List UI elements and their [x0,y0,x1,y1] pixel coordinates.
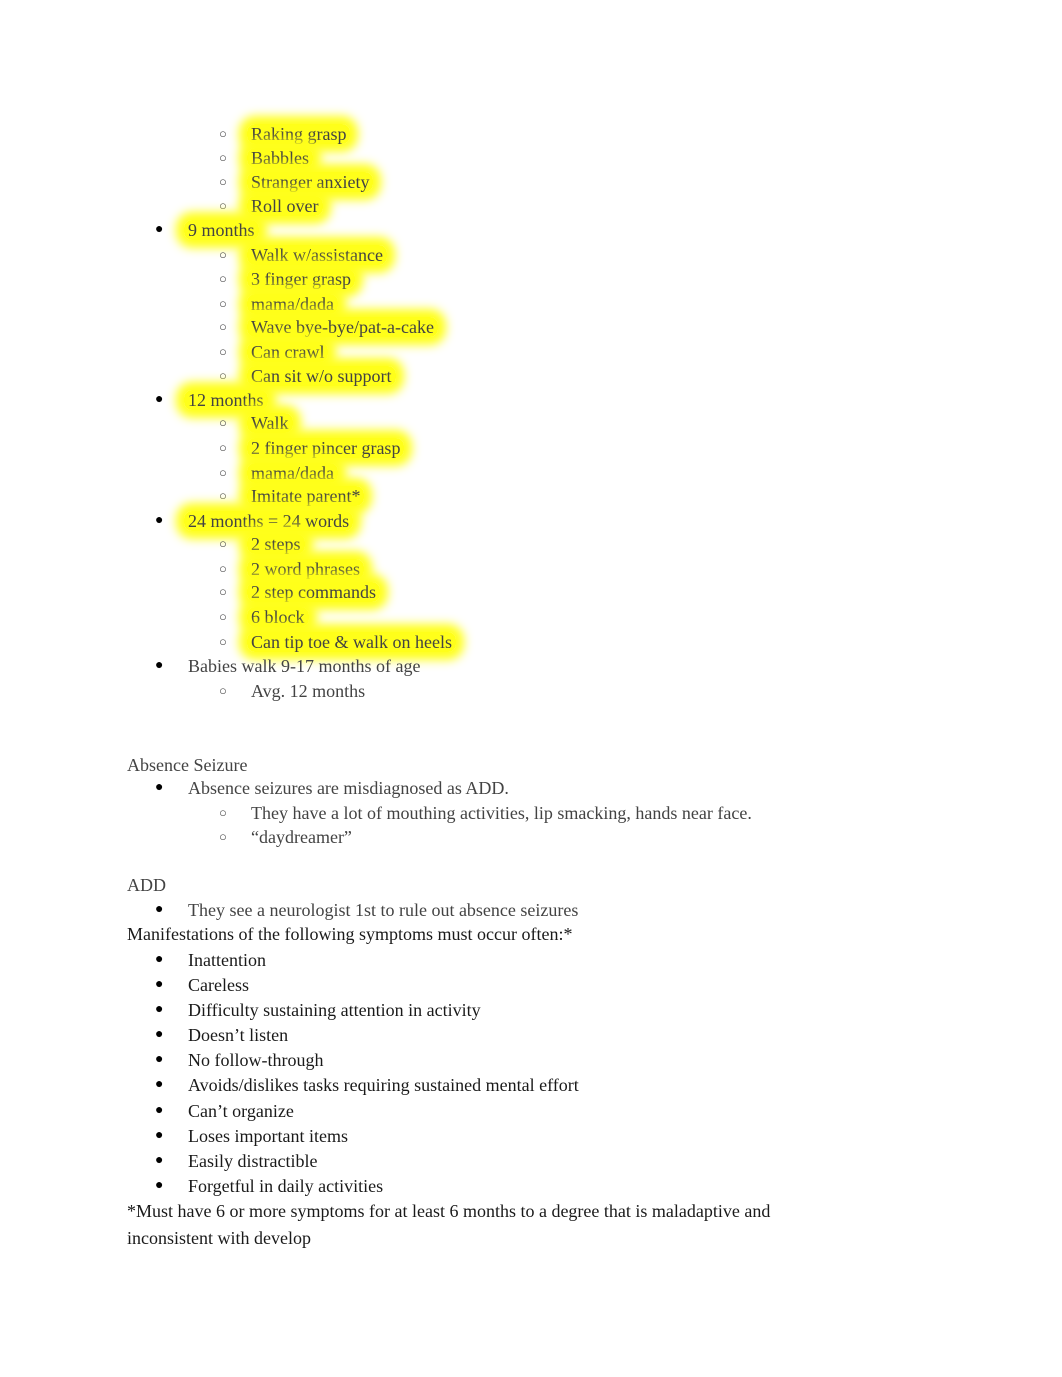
filled-bullet-icon: ● [155,1052,164,1067]
list-item-text: 2 finger pincer grasp [247,438,405,458]
hollow-bullet-icon: ○ [219,561,227,576]
hollow-bullet-icon: ○ [219,344,227,359]
hollow-bullet-icon: ○ [219,683,227,698]
hollow-bullet-icon: ○ [219,536,227,551]
hollow-bullet-icon: ○ [219,634,227,649]
filled-bullet-icon: ● [155,902,164,917]
hollow-bullet-icon: ○ [219,584,227,599]
list-item-text: Can’t organize [188,1101,294,1121]
list-item-text: 2 step commands [247,582,380,602]
hollow-bullet-icon: ○ [219,271,227,286]
list-item-text: Avoids/dislikes tasks requiring sustaine… [188,1075,579,1095]
list-item-text: mama/dada [247,463,338,483]
filled-bullet-icon: ● [155,952,164,967]
list-item-text: Easily distractible [188,1151,318,1171]
footnote-text: inconsistent with develop [127,1228,311,1248]
filled-bullet-icon: ● [155,1153,164,1168]
section-heading: Absence Seizure [127,755,248,775]
hollow-bullet-icon: ○ [219,440,227,455]
filled-bullet-icon: ● [155,977,164,992]
hollow-bullet-icon: ○ [219,415,227,430]
list-item-text: 3 finger grasp [247,269,355,289]
list-item-text: Doesn’t listen [188,1025,289,1045]
list-item-text: 12 months [184,390,268,410]
hollow-bullet-icon: ○ [219,805,227,820]
list-item-text: 2 steps [247,534,305,554]
list-item-text: Imitate parent* [247,486,365,506]
filled-bullet-icon: ● [155,1178,164,1193]
list-item-text: mama/dada [247,294,338,314]
hollow-bullet-icon: ○ [219,609,227,624]
list-item-text: Forgetful in daily activities [188,1176,384,1196]
list-item-text: Careless [188,975,249,995]
list-item-text: Walk w/assistance [247,245,388,265]
list-item-text: They have a lot of mouthing activities, … [251,803,752,823]
filled-bullet-icon: ● [155,222,164,237]
list-item-text: “daydreamer” [251,827,352,847]
hollow-bullet-icon: ○ [219,247,227,262]
hollow-bullet-icon: ○ [219,368,227,383]
filled-bullet-icon: ● [155,780,164,795]
hollow-bullet-icon: ○ [219,488,227,503]
list-item-text: 9 months [184,220,259,240]
hollow-bullet-icon: ○ [219,126,227,141]
list-item-text: 6 block [247,607,309,627]
hollow-bullet-icon: ○ [219,465,227,480]
list-item-text: Absence seizures are misdiagnosed as ADD… [188,778,509,798]
list-item-text: 24 months = 24 words [184,511,354,531]
list-item-text: They see a neurologist 1st to rule out a… [188,900,579,920]
filled-bullet-icon: ● [155,1027,164,1042]
filled-bullet-icon: ● [155,513,164,528]
footnote-text: *Must have 6 or more symptoms for at lea… [127,1201,771,1221]
filled-bullet-icon: ● [155,392,164,407]
hollow-bullet-icon: ○ [219,296,227,311]
list-item-text: Avg. 12 months [251,681,366,701]
list-item-text: Inattention [188,950,266,970]
list-item-text: Babies walk 9-17 months of age [188,656,421,676]
filled-bullet-icon: ● [155,1103,164,1118]
hollow-bullet-icon: ○ [219,829,227,844]
hollow-bullet-icon: ○ [219,198,227,213]
hollow-bullet-icon: ○ [219,150,227,165]
list-item-text: Can crawl [247,342,329,362]
list-item-text: No follow-through [188,1050,324,1070]
paragraph-text: Manifestations of the following symptoms… [127,924,573,944]
list-item-text: Babbles [247,148,313,168]
hollow-bullet-icon: ○ [219,319,227,334]
filled-bullet-icon: ● [155,1128,164,1143]
filled-bullet-icon: ● [155,1002,164,1017]
list-item-text: Wave bye-bye/pat-a-cake [247,317,438,337]
section-heading: ADD [127,875,166,895]
filled-bullet-icon: ● [155,658,164,673]
filled-bullet-icon: ● [155,1077,164,1092]
list-item-text: Difficulty sustaining attention in activ… [188,1000,481,1020]
list-item-text: 2 word phrases [247,559,364,579]
list-item-text: Raking grasp [247,124,351,144]
list-item-text: Roll over [247,196,323,216]
list-item-text: Walk [247,413,293,433]
document-page: ○ Raking grasp ○ Babbles ○ Stranger anxi… [0,0,1062,1377]
list-item-text: Loses important items [188,1126,348,1146]
list-item-text: Stranger anxiety [247,172,374,192]
list-item-text: Can tip toe & walk on heels [247,632,456,652]
list-item-text: Can sit w/o support [247,366,396,386]
hollow-bullet-icon: ○ [219,174,227,189]
